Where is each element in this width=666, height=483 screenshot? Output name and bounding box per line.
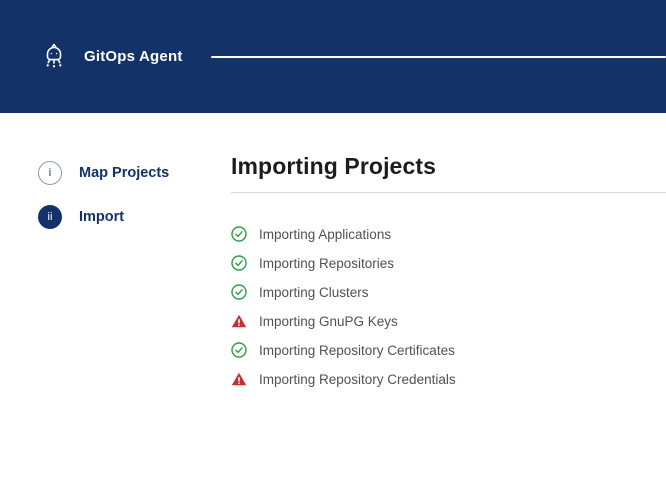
- warning-triangle-icon: [231, 313, 247, 329]
- import-status-row: Importing Applications: [231, 226, 666, 242]
- import-status-row: Importing Repository Credentials: [231, 371, 666, 387]
- step-2-label: Import: [79, 209, 124, 225]
- import-item-label: Importing Repository Certificates: [259, 343, 455, 358]
- import-item-label: Importing Repositories: [259, 256, 394, 271]
- page-title: Importing Projects: [231, 153, 666, 180]
- header-divider-line: [211, 56, 666, 58]
- import-item-label: Importing Repository Credentials: [259, 372, 456, 387]
- app-header: GitOps Agent: [0, 0, 666, 113]
- step-1-label: Map Projects: [79, 165, 169, 181]
- check-circle-icon: [231, 255, 247, 271]
- import-status-row: Importing Repository Certificates: [231, 342, 666, 358]
- title-divider: [231, 192, 666, 193]
- import-status-row: Importing Clusters: [231, 284, 666, 300]
- check-circle-icon: [231, 284, 247, 300]
- check-circle-icon: [231, 342, 247, 358]
- import-item-label: Importing Applications: [259, 227, 391, 242]
- step-1-indicator: i: [38, 161, 62, 185]
- app-title: GitOps Agent: [84, 48, 183, 65]
- import-item-label: Importing Clusters: [259, 285, 369, 300]
- step-import[interactable]: ii Import: [38, 205, 231, 229]
- main-panel: Importing Projects Importing Application…: [231, 113, 666, 400]
- import-item-label: Importing GnuPG Keys: [259, 314, 398, 329]
- page-body: i Map Projects ii Import Importing Proje…: [0, 113, 666, 400]
- octopus-logo-icon: [38, 41, 70, 73]
- step-map-projects[interactable]: i Map Projects: [38, 161, 231, 185]
- import-status-row: Importing Repositories: [231, 255, 666, 271]
- import-status-list: Importing Applications Importing Reposit…: [231, 226, 666, 387]
- warning-triangle-icon: [231, 371, 247, 387]
- check-circle-icon: [231, 226, 247, 242]
- step-navigation: i Map Projects ii Import: [0, 113, 231, 400]
- step-2-indicator: ii: [38, 205, 62, 229]
- import-status-row: Importing GnuPG Keys: [231, 313, 666, 329]
